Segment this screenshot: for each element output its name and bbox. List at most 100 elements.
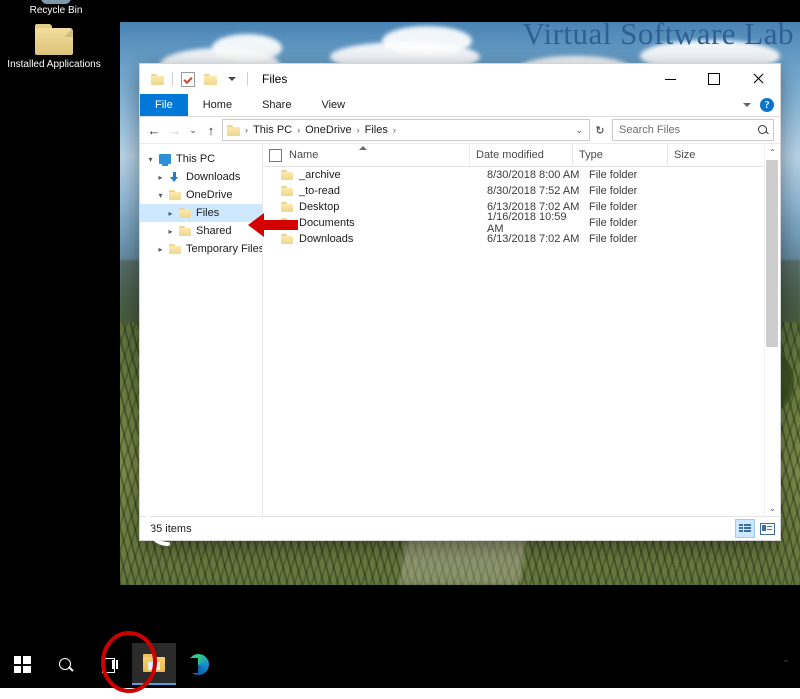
file-rows: _archive 8/30/2018 8:00 AM File folder _… (263, 167, 764, 516)
chevron-down-icon[interactable]: ▾ (154, 191, 167, 200)
breadcrumb-separator: › (392, 125, 397, 135)
search-icon (59, 658, 73, 672)
help-icon[interactable]: ? (760, 98, 774, 112)
desktop-icon-label: Installed Applications (2, 59, 106, 70)
start-button[interactable] (0, 641, 44, 688)
properties-icon[interactable] (179, 70, 197, 88)
folder-icon[interactable] (148, 70, 166, 88)
search-placeholder: Search Files (619, 124, 758, 136)
minimize-button[interactable] (648, 64, 692, 94)
desktop-icon-recycle-bin[interactable]: Recycle Bin (4, 0, 108, 16)
table-row[interactable]: _archive 8/30/2018 8:00 AM File folder (263, 167, 764, 183)
windows-logo-icon (14, 656, 31, 673)
scroll-down-button[interactable]: ⌄ (765, 500, 780, 516)
ribbon-tabstrip: File Home Share View ? (140, 94, 780, 117)
tab-file[interactable]: File (140, 94, 188, 116)
tree-item-label: Files (192, 207, 219, 219)
chevron-right-icon[interactable]: ▸ (154, 173, 167, 182)
folder-icon (167, 244, 182, 254)
maximize-button[interactable] (692, 64, 736, 94)
file-name: _to-read (299, 185, 340, 197)
column-header-date-modified[interactable]: Date modified (469, 144, 572, 166)
taskbar-search-button[interactable] (44, 641, 88, 688)
recent-locations-button[interactable]: ⌄ (186, 119, 200, 141)
file-name: Documents (299, 217, 355, 229)
chevron-down-icon[interactable] (223, 70, 241, 88)
folder-icon (227, 125, 240, 136)
divider (172, 72, 173, 86)
chevron-right-icon[interactable]: ▸ (164, 227, 177, 236)
breadcrumb-onedrive[interactable]: OneDrive (302, 124, 354, 136)
breadcrumb-this-pc[interactable]: This PC (250, 124, 295, 136)
breadcrumb-files[interactable]: Files (362, 124, 391, 136)
back-button[interactable]: ← (144, 119, 164, 141)
status-bar: 35 items (140, 516, 780, 540)
tree-item-downloads[interactable]: ▸ Downloads (140, 168, 262, 186)
system-tray: ⌃ (782, 659, 800, 670)
ribbon-right-controls: ? (743, 94, 774, 116)
scrollbar-thumb[interactable] (766, 160, 778, 347)
file-type: File folder (583, 185, 677, 197)
view-mode-buttons (736, 520, 776, 537)
column-label: Date modified (476, 149, 544, 161)
navigation-pane: ▾ This PC ▸ Downloads ▾ OneDrive ▸ (140, 144, 263, 516)
show-hidden-icons-button[interactable]: ⌃ (782, 659, 790, 670)
close-button[interactable] (736, 64, 780, 94)
window-titlebar[interactable]: Files (140, 64, 780, 94)
breadcrumb-separator: › (356, 125, 361, 135)
file-name: Desktop (299, 201, 339, 213)
tree-item-shared[interactable]: ▸ Shared (140, 222, 262, 240)
chevron-right-icon[interactable]: ▸ (164, 209, 177, 218)
file-date-modified: 8/30/2018 7:52 AM (481, 185, 583, 197)
table-row[interactable]: Downloads 6/13/2018 7:02 AM File folder (263, 231, 764, 247)
column-label: Size (674, 149, 695, 161)
refresh-button[interactable]: ↻ (591, 119, 609, 141)
file-type: File folder (583, 233, 677, 245)
window-body: ▾ This PC ▸ Downloads ▾ OneDrive ▸ (140, 143, 780, 516)
tree-item-onedrive[interactable]: ▾ OneDrive (140, 186, 262, 204)
up-button[interactable]: ↑ (201, 119, 221, 141)
tree-item-this-pc[interactable]: ▾ This PC (140, 150, 262, 168)
edge-icon (188, 654, 209, 675)
details-view-icon[interactable] (736, 520, 754, 537)
tree-item-label: This PC (172, 153, 215, 165)
desktop-icon-installed-applications[interactable]: Installed Applications (2, 24, 106, 70)
table-row[interactable]: _to-read 8/30/2018 7:52 AM File folder (263, 183, 764, 199)
file-date-modified: 1/16/2018 10:59 AM (481, 211, 583, 235)
tab-view[interactable]: View (306, 94, 360, 116)
column-label: Name (289, 149, 318, 161)
table-row[interactable]: Documents 1/16/2018 10:59 AM File folder (263, 215, 764, 231)
breadcrumb-dropdown-icon[interactable]: ⌄ (571, 125, 587, 136)
column-header-size[interactable]: Size (667, 144, 734, 166)
folder-icon (35, 24, 73, 55)
tree-item-temporary-files[interactable]: ▸ Temporary Files (140, 240, 262, 258)
window-title: Files (262, 72, 287, 86)
column-header-name[interactable]: Name (263, 144, 469, 166)
select-all-checkbox[interactable] (269, 149, 282, 162)
computer-icon (157, 154, 172, 164)
tree-item-files[interactable]: ▸ Files (140, 204, 262, 222)
sort-ascending-icon (359, 146, 367, 150)
folder-icon (177, 208, 192, 218)
search-input[interactable]: Search Files (612, 119, 774, 141)
file-type: File folder (583, 217, 677, 229)
folder-icon (281, 202, 293, 212)
chevron-down-icon[interactable]: ▾ (144, 155, 157, 164)
tab-home[interactable]: Home (188, 94, 247, 116)
new-folder-icon[interactable] (201, 70, 219, 88)
breadcrumb[interactable]: › This PC › OneDrive › Files › ⌄ (222, 119, 590, 141)
chevron-down-icon[interactable] (743, 103, 751, 107)
tab-share[interactable]: Share (247, 94, 306, 116)
virtual-software-lab-watermark: Virtual Software Lab (522, 18, 794, 49)
column-header-type[interactable]: Type (572, 144, 667, 166)
vertical-scrollbar[interactable]: ⌃ ⌄ (764, 144, 780, 516)
address-bar: ← → ⌄ ↑ › This PC › OneDrive › Files › ⌄… (140, 117, 780, 143)
file-list-area: Name Date modified Type Size _ar (263, 144, 764, 516)
window-controls (648, 64, 780, 94)
file-date-modified: 8/30/2018 8:00 AM (481, 169, 583, 181)
scrollbar-track[interactable] (765, 160, 780, 500)
large-icons-view-icon[interactable] (758, 520, 776, 537)
taskbar-edge-button[interactable] (176, 641, 220, 688)
chevron-right-icon[interactable]: ▸ (154, 245, 167, 254)
scroll-up-button[interactable]: ⌃ (765, 144, 780, 160)
